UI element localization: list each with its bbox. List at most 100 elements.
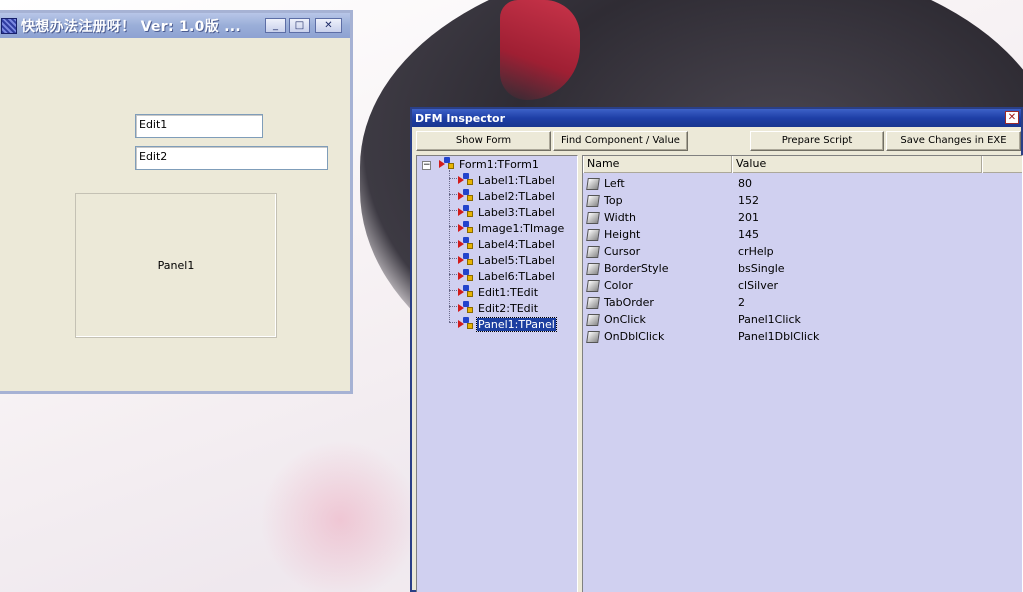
tree-node-label5[interactable]: Label5:TLabel (458, 252, 556, 268)
tree-node-label-selected: Panel1:TPanel (476, 316, 557, 332)
property-value[interactable]: Panel1Click (738, 313, 801, 326)
component-icon (439, 157, 455, 171)
maximize-button[interactable]: □ (289, 18, 310, 33)
property-value[interactable]: Panel1DblClick (738, 330, 819, 343)
property-icon (586, 194, 600, 207)
property-name: TabOrder (604, 296, 654, 309)
component-icon (458, 205, 474, 219)
property-name: Width (604, 211, 636, 224)
column-header-filler (982, 156, 1020, 173)
component-icon (458, 285, 474, 299)
property-value[interactable]: crHelp (738, 245, 774, 258)
property-icon (586, 279, 600, 292)
edit1-field[interactable]: Edit1 (135, 114, 263, 138)
tree-node-label: Label2:TLabel (478, 189, 555, 203)
property-name: OnClick (604, 313, 646, 326)
dfm-inspector-titlebar[interactable]: DFM Inspector ✕ (412, 109, 1021, 127)
property-name: BorderStyle (604, 262, 669, 275)
dfm-toolbar: Show Form Find Component / Value Prepare… (416, 131, 1021, 151)
property-row[interactable]: Top 152 (583, 192, 759, 209)
property-value[interactable]: bsSingle (738, 262, 785, 275)
property-name: Height (604, 228, 641, 241)
tree-node-form1[interactable]: Form1:TForm1 (439, 156, 540, 172)
property-value[interactable]: clSilver (738, 279, 778, 292)
tree-connector (449, 170, 450, 322)
tree-node-label: Label6:TLabel (478, 269, 555, 283)
tree-node-panel1[interactable]: Panel1:TPanel (458, 316, 557, 332)
property-icon (586, 245, 600, 258)
dfm-inspector-window: DFM Inspector ✕ Show Form Find Component… (410, 107, 1023, 592)
component-icon (458, 221, 474, 235)
tree-node-label: Label5:TLabel (478, 253, 555, 267)
property-icon (586, 177, 600, 190)
column-header-value[interactable]: Value (732, 156, 982, 173)
property-icon (586, 262, 600, 275)
property-value[interactable]: 80 (738, 177, 752, 190)
property-row[interactable]: Left 80 (583, 175, 752, 192)
wallpaper-petal-shape (260, 440, 420, 592)
component-tree[interactable]: − Form1:TForm1 Label1:TLabel Label2:TLab… (416, 155, 578, 592)
property-name: Cursor (604, 245, 641, 258)
property-row[interactable]: OnDblClick Panel1DblClick (583, 328, 819, 345)
minimize-button[interactable]: _ (265, 18, 286, 33)
property-icon (586, 313, 600, 326)
prepare-script-button[interactable]: Prepare Script (750, 131, 884, 151)
save-changes-button[interactable]: Save Changes in EXE (886, 131, 1021, 151)
tree-node-label1[interactable]: Label1:TLabel (458, 172, 556, 188)
property-icon (586, 330, 600, 343)
form1-titlebar[interactable]: 快想办法注册呀！ Ver: 1.0版 ... _ □ ✕ (0, 13, 350, 38)
property-grid[interactable]: Name Value Left 80 Top 152 Width 201 Hei… (582, 155, 1023, 592)
form1-window: 快想办法注册呀！ Ver: 1.0版 ... _ □ ✕ Edit1 Edit2… (0, 10, 353, 394)
property-icon (586, 211, 600, 224)
property-row[interactable]: Height 145 (583, 226, 759, 243)
property-row[interactable]: Cursor crHelp (583, 243, 774, 260)
tree-node-label: Label3:TLabel (478, 205, 555, 219)
property-value[interactable]: 201 (738, 211, 759, 224)
property-row[interactable]: BorderStyle bsSingle (583, 260, 785, 277)
collapse-toggle[interactable]: − (422, 161, 431, 170)
component-icon (458, 269, 474, 283)
find-component-button[interactable]: Find Component / Value (553, 131, 688, 151)
dfm-inspector-title: DFM Inspector (415, 111, 505, 125)
close-button[interactable]: ✕ (315, 18, 342, 33)
panel1-caption: Panel1 (157, 259, 195, 272)
edit2-field[interactable]: Edit2 (135, 146, 328, 170)
tree-node-label: Label4:TLabel (478, 237, 555, 251)
property-grid-header: Name Value (583, 156, 1022, 173)
close-button[interactable]: ✕ (1005, 111, 1019, 124)
column-header-name[interactable]: Name (583, 156, 732, 173)
app-icon[interactable] (1, 17, 17, 34)
component-icon (458, 253, 474, 267)
component-icon (458, 173, 474, 187)
component-icon (458, 189, 474, 203)
tree-node-label2[interactable]: Label2:TLabel (458, 188, 556, 204)
property-row[interactable]: Width 201 (583, 209, 759, 226)
property-row[interactable]: Color clSilver (583, 277, 778, 294)
component-icon (458, 301, 474, 315)
tree-node-label: Edit1:TEdit (478, 285, 539, 299)
property-name: OnDblClick (604, 330, 665, 343)
tree-node-label4[interactable]: Label4:TLabel (458, 236, 556, 252)
tree-node-label3[interactable]: Label3:TLabel (458, 204, 556, 220)
tree-node-label: Form1:TForm1 (459, 157, 539, 171)
property-row[interactable]: OnClick Panel1Click (583, 311, 801, 328)
property-value[interactable]: 152 (738, 194, 759, 207)
property-name: Color (604, 279, 633, 292)
show-form-button[interactable]: Show Form (416, 131, 551, 151)
tree-node-label6[interactable]: Label6:TLabel (458, 268, 556, 284)
tree-node-label: Image1:TImage (478, 221, 565, 235)
property-value[interactable]: 2 (738, 296, 745, 309)
property-icon (586, 296, 600, 309)
tree-node-edit1[interactable]: Edit1:TEdit (458, 284, 539, 300)
tree-node-image1[interactable]: Image1:TImage (458, 220, 565, 236)
tree-node-label: Edit2:TEdit (478, 301, 539, 315)
property-row[interactable]: TabOrder 2 (583, 294, 745, 311)
property-value[interactable]: 145 (738, 228, 759, 241)
property-name: Top (604, 194, 623, 207)
property-icon (586, 228, 600, 241)
panel1[interactable]: Panel1 (75, 193, 277, 338)
component-icon (458, 317, 474, 331)
tree-node-edit2[interactable]: Edit2:TEdit (458, 300, 539, 316)
form1-title: 快想办法注册呀！ Ver: 1.0版 ... (21, 18, 242, 35)
property-name: Left (604, 177, 625, 190)
